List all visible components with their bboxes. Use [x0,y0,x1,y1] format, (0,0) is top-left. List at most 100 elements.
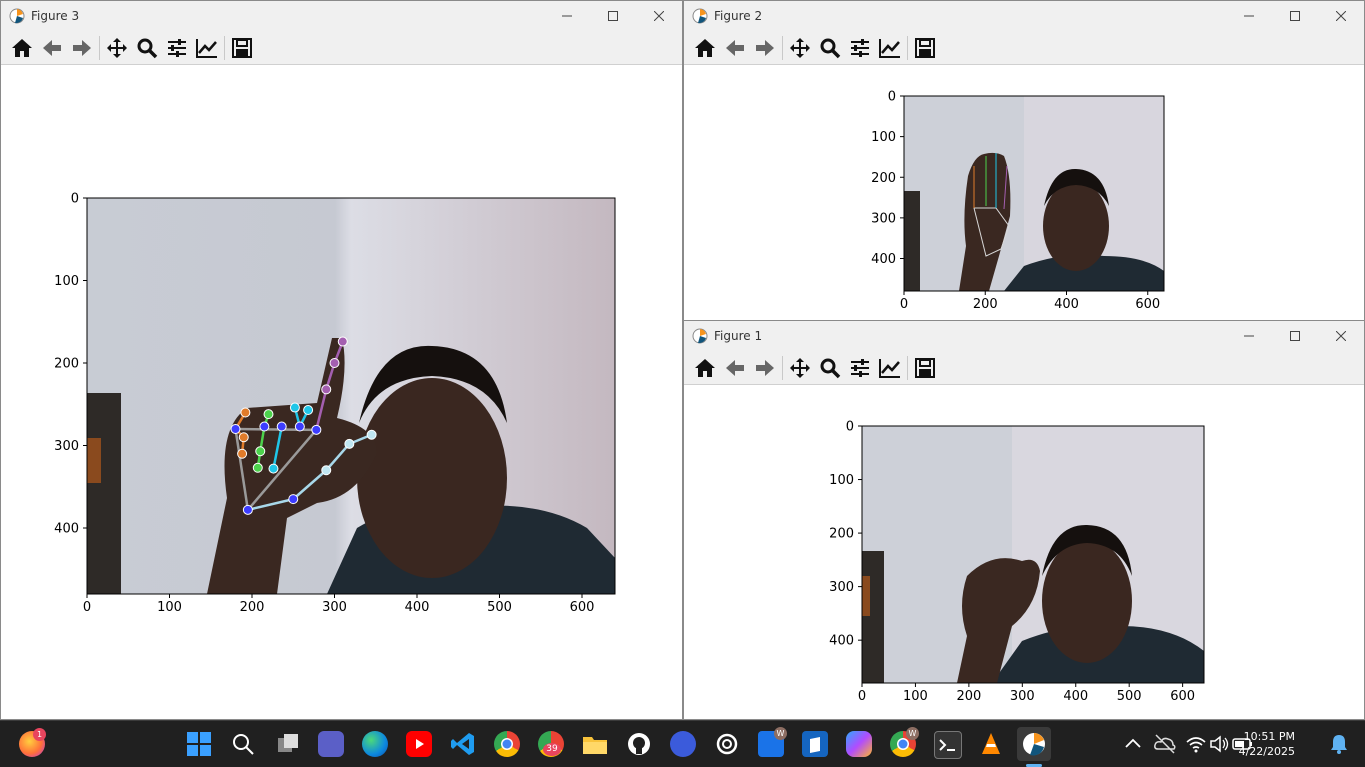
matplotlib-icon [692,8,708,24]
x-tick-label: 600 [1170,689,1195,704]
figure2-canvas[interactable]: 0 200 400 600 0 100 200 300 400 [684,66,1364,320]
figure1-toolbar [684,351,1364,385]
forward-icon [73,39,91,56]
minimize-button[interactable] [1226,321,1272,351]
vlc-icon[interactable] [978,731,1004,757]
close-button[interactable] [636,1,682,31]
search-icon[interactable] [230,731,256,757]
figure1-titlebar[interactable]: Figure 1 [684,321,1364,351]
figure3-plot: 0 100 200 300 400 500 600 0 100 200 300 400 [54,192,616,615]
home-button[interactable] [7,33,37,63]
figure3-titlebar[interactable]: Figure 3 [1,1,682,31]
configure-subplots-button[interactable] [162,33,192,63]
x-tick-label: 500 [487,600,512,615]
edit-axis-button[interactable] [875,353,905,383]
edit-axis-button[interactable] [875,33,905,63]
zoom-button[interactable] [815,353,845,383]
youtube-icon[interactable] [406,731,432,757]
chatgpt-icon[interactable] [714,731,740,757]
pan-icon [790,357,810,378]
landmark-point [329,358,340,368]
pan-button[interactable] [785,33,815,63]
github-icon[interactable] [626,731,652,757]
app-icon[interactable] [670,731,696,757]
door-edge [87,393,121,594]
chevron-up-icon[interactable] [1120,731,1146,757]
face [357,378,507,578]
landmark-connection [235,427,317,432]
forward-button[interactable] [750,33,780,63]
close-button[interactable] [1318,321,1364,351]
configure-subplots-button[interactable] [845,353,875,383]
landmark-point [337,336,348,347]
matplotlib-app-icon[interactable] [1017,727,1051,761]
y-tick-label: 0 [888,90,896,105]
system-clock[interactable]: 10:51 PM 4/22/2025 [1239,729,1295,759]
forward-button[interactable] [67,33,97,63]
notification-bell-icon[interactable] [1326,731,1352,757]
zoom-icon [820,358,841,378]
close-button[interactable] [1318,1,1364,31]
forward-button[interactable] [750,353,780,383]
cloud-offline-icon[interactable] [1152,731,1178,757]
chrome-icon[interactable] [494,731,520,757]
y-tick-label: 200 [829,527,854,542]
back-button[interactable] [720,353,750,383]
save-button[interactable] [910,33,940,63]
notification-badge: 1 [33,728,46,741]
figure2-titlebar[interactable]: Figure 2 [684,1,1364,31]
landmark-point [344,438,355,449]
configure-subplots-button[interactable] [845,33,875,63]
vscode-icon[interactable] [450,731,476,757]
y-tick-label: 100 [871,130,896,145]
figure3-window: Figure 3 0 100 200 300 400 500 600 0 100… [0,0,683,720]
window-title: Figure 2 [714,9,763,23]
minimize-button[interactable] [544,1,590,31]
toolbar-separator [224,35,225,60]
matplotlib-icon [9,8,25,24]
landmark-point [303,405,314,416]
back-button[interactable] [37,33,67,63]
minimize-button[interactable] [1226,1,1272,31]
landmark-point [240,407,251,418]
zoom-icon [137,38,158,58]
home-button[interactable] [690,353,720,383]
file-explorer-icon[interactable] [582,731,608,757]
configure-subplots-icon [851,38,869,57]
figure1-canvas[interactable]: 0 100 200 300 400 500 600 0 100 200 300 400 [684,386,1364,719]
terminal-icon[interactable] [934,731,962,759]
maximize-button[interactable] [1272,1,1318,31]
y-tick-label: 200 [54,357,79,372]
task-view-icon[interactable] [275,731,301,757]
landmark-point [238,432,249,443]
save-button[interactable] [910,353,940,383]
x-tick-label: 0 [900,297,908,312]
maximize-button[interactable] [590,1,636,31]
edit-axis-button[interactable] [192,33,222,63]
y-tick-label: 300 [54,439,79,454]
start-icon[interactable] [186,731,212,757]
figure3-canvas[interactable]: 0 100 200 300 400 500 600 0 100 200 300 400 [1,66,682,719]
maximize-button[interactable] [1272,321,1318,351]
toolbar-separator [782,35,783,60]
landmark-point [259,421,270,432]
edge-icon[interactable] [362,731,388,757]
x-tick-label: 100 [903,689,928,704]
back-icon [726,359,744,376]
edit-axis-icon [879,38,900,58]
toolbar-separator [99,35,100,60]
zoom-button[interactable] [132,33,162,63]
volume-icon[interactable] [1206,731,1232,757]
face [1043,181,1109,271]
notion-app-icon[interactable] [802,731,828,757]
pan-button[interactable] [785,353,815,383]
landmark-point [230,424,241,434]
meet-icon[interactable] [318,731,344,757]
back-button[interactable] [720,33,750,63]
zoom-button[interactable] [815,33,845,63]
save-button[interactable] [227,33,257,63]
home-button[interactable] [690,33,720,63]
x-tick-label: 300 [1010,689,1035,704]
pan-button[interactable] [102,33,132,63]
copilot-icon[interactable] [846,731,872,757]
